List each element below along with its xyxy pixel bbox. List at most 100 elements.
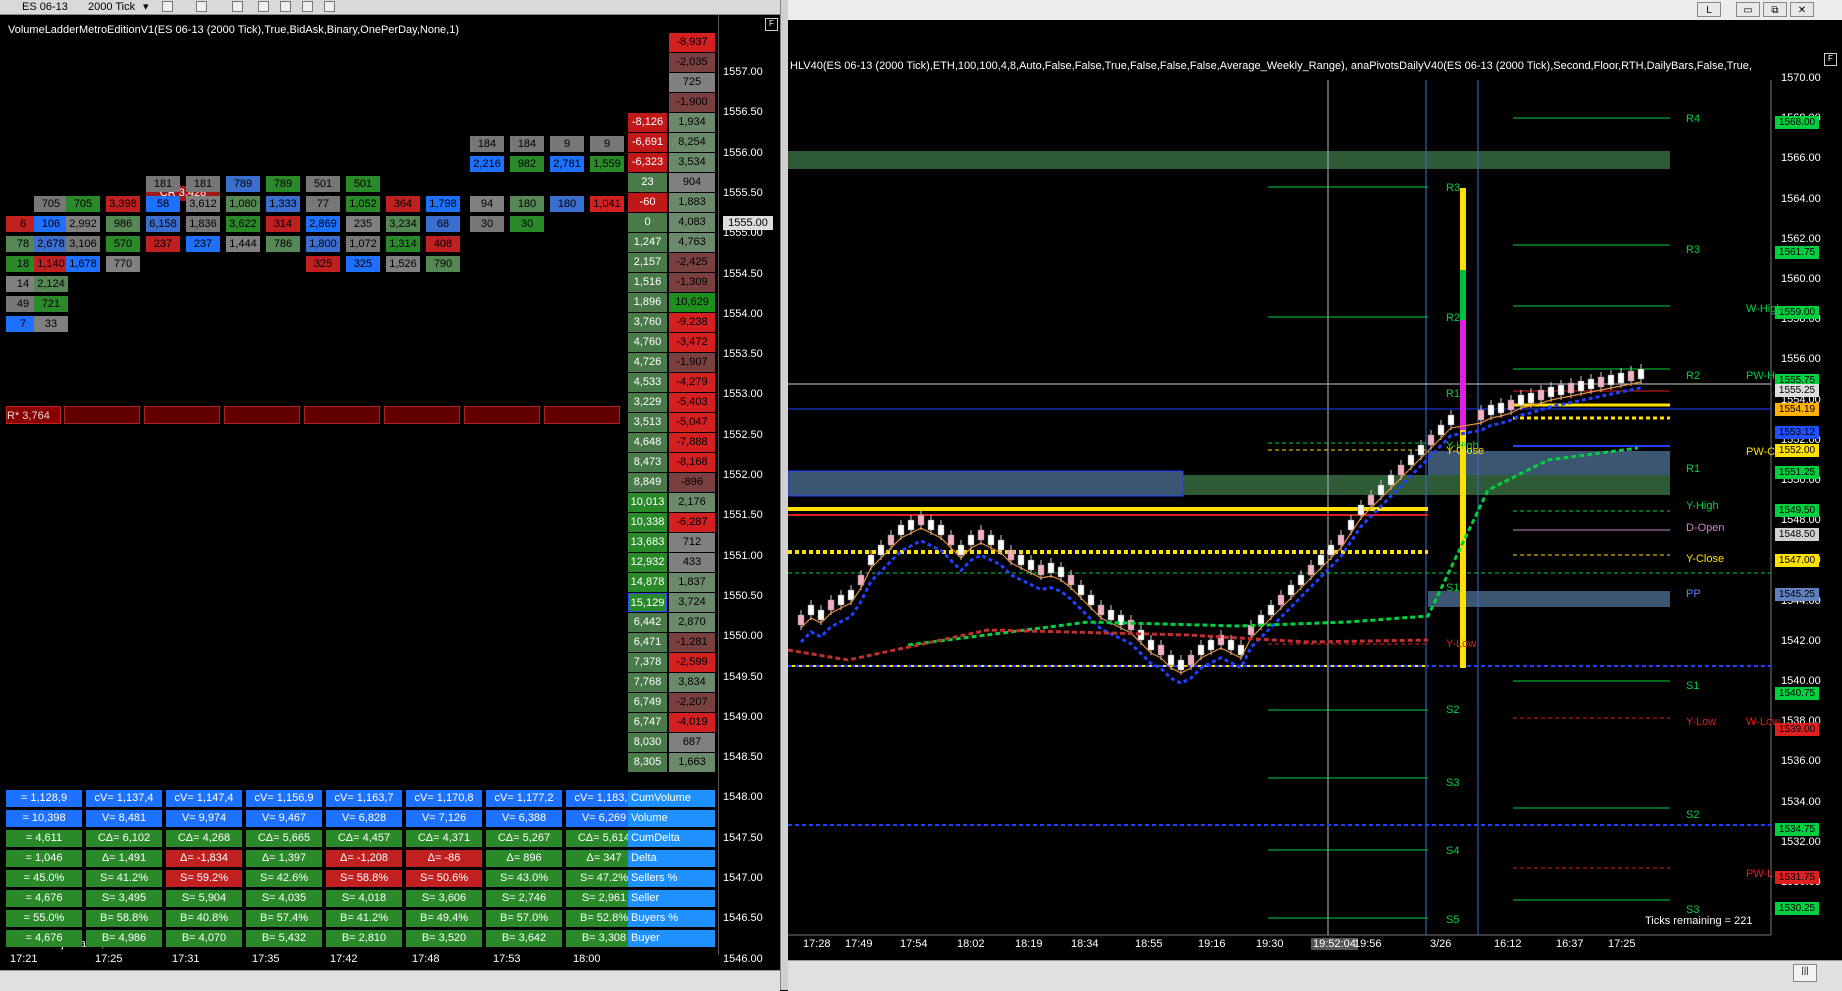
properties-icon[interactable] [324,1,335,12]
candle-body [1497,402,1505,414]
candle-body [907,519,915,531]
candle-body [1437,424,1445,436]
stat-cell: B= 4,070 [166,930,242,947]
window-close-button[interactable]: ✕ [1790,2,1814,17]
candle-body [837,594,845,606]
right-horizontal-scrollbar[interactable]: ||| [788,960,1842,991]
r-star-label: R* 3,764 [6,406,61,424]
ladder-bid-cell: 10,338 [628,513,667,532]
footprint-cell: 30 [510,216,544,232]
footprint-cell: 6,158 [146,216,180,232]
footprint-top-cell: 501 [346,176,380,192]
interval-dropdown-icon[interactable]: ▾ [143,0,149,14]
window-restore-button[interactable]: ⧉ [1763,2,1787,17]
footprint-cell: 1,140 [34,256,68,272]
draw-tool-icon[interactable] [196,1,207,12]
candle-body [1007,549,1015,561]
bar-style-icon[interactable] [162,1,173,12]
panel-maximize-icon[interactable]: F [1824,53,1837,66]
footprint-cell: 770 [106,256,140,272]
price-tick-label: 1553.00 [723,388,763,401]
stat-cell: B= 4,986 [86,930,162,947]
pivot-label: R3 [1686,244,1701,256]
strategies-icon[interactable] [302,1,313,12]
footprint-cell: 30 [470,216,504,232]
footprint-cell: 2,678 [34,236,68,252]
price-tag: 1549.50 [1775,504,1819,517]
indicators-icon[interactable] [280,1,291,12]
footprint-cell: 705 [34,196,68,212]
ladder-ask-cell: 904 [669,173,715,192]
footprint-top-cell: 982 [510,156,544,172]
footprint-cell: 1,314 [386,236,420,252]
right-window-titlebar: L ▭ ⧉ ✕ [788,0,1842,20]
candle-body [1507,399,1515,411]
time-axis-label: 17:35 [252,953,280,965]
candle-body [1637,368,1645,380]
candle-body [867,554,875,566]
footprint-cell: 1,836 [186,216,220,232]
footprint-top-cell: 9 [550,136,584,152]
ladder-bid-cell: 8,849 [628,473,667,492]
current-price-marker: 1555.00 [723,216,773,230]
ladder-ask-cell: -8,168 [669,453,715,472]
price-tag: 1534.75 [1775,823,1819,836]
scroll-right-button[interactable]: ||| [1793,964,1817,982]
ladder-bid-cell: 23 [628,173,667,192]
window-minimize-button[interactable]: ▭ [1736,2,1760,17]
price-tick-label: 1553.50 [723,348,763,361]
interval-selector[interactable]: 2000 Tick [88,0,135,14]
pivot-label: PW-H [1746,370,1776,382]
value-zone [788,470,1184,497]
ladder-ask-cell: -4,019 [669,713,715,732]
footprint-cell: 3,106 [66,236,100,252]
left-horizontal-scrollbar[interactable] [0,970,780,991]
stat-cell: = 1,128,9 [6,790,82,807]
candle-body [1357,504,1365,516]
stat-cell: Δ= -1,208 [326,850,402,867]
footprint-top-cell: 184 [470,136,504,152]
price-chart-panel: HLV40(ES 06-13 (2000 Tick),ETH,100,100,4… [788,20,1842,970]
stat-cell: cV= 1,156,9 [246,790,322,807]
price-tick-label: 1549.50 [723,670,763,683]
candle-body [1567,382,1575,394]
instrument-selector[interactable]: ES 06-13 [22,0,68,14]
candle-body [1067,574,1075,586]
price-tick-label: 1550.50 [723,589,763,602]
stat-cell: cV= 1,147,4 [166,790,242,807]
ladder-ask-cell: 725 [669,73,715,92]
price-tag: 1551.25 [1775,466,1819,479]
ladder-bid-cell: 12,932 [628,553,667,572]
candle-body [1517,394,1525,406]
candle-body [797,614,805,626]
price-tick-label: 1549.00 [723,710,763,723]
ladder-ask-cell: -8,937 [669,33,715,52]
ladder-ask-cell: -2,207 [669,693,715,712]
candle-body [1017,554,1025,566]
stat-cell: = 4,676 [6,930,82,947]
ladder-ask-cell: 712 [669,533,715,552]
zoom-icon[interactable] [258,1,269,12]
pivot-label: PP [1686,588,1701,600]
candle-body [1267,604,1275,616]
ladder-bid-cell: 3,760 [628,313,667,332]
footprint-top-cell: 2,216 [470,156,504,172]
footprint-cell: 180 [550,196,584,212]
time-axis-label: 17:54 [900,938,928,950]
price-tick-label: 1550.00 [723,630,763,643]
indicator-title: VolumeLadderMetroEditionV1(ES 06-13 (200… [8,24,460,36]
candle-body [1387,474,1395,486]
time-axis-label: 17:48 [412,953,440,965]
time-axis-label: 18:00 [573,953,601,965]
pivot-label: PW-L [1746,868,1774,880]
price-tick-label: 1556.50 [723,106,763,119]
candle-body [1127,619,1135,631]
footprint-cell: 235 [346,216,380,232]
price-tag: 1553.12 [1775,426,1819,439]
window-link-button[interactable]: L [1697,2,1721,17]
pointer-icon[interactable] [232,1,243,12]
candle-body [1087,594,1095,606]
candle-body [877,544,885,556]
ladder-ask-cell: 2,176 [669,493,715,512]
ladder-ask-cell: -1,309 [669,273,715,292]
